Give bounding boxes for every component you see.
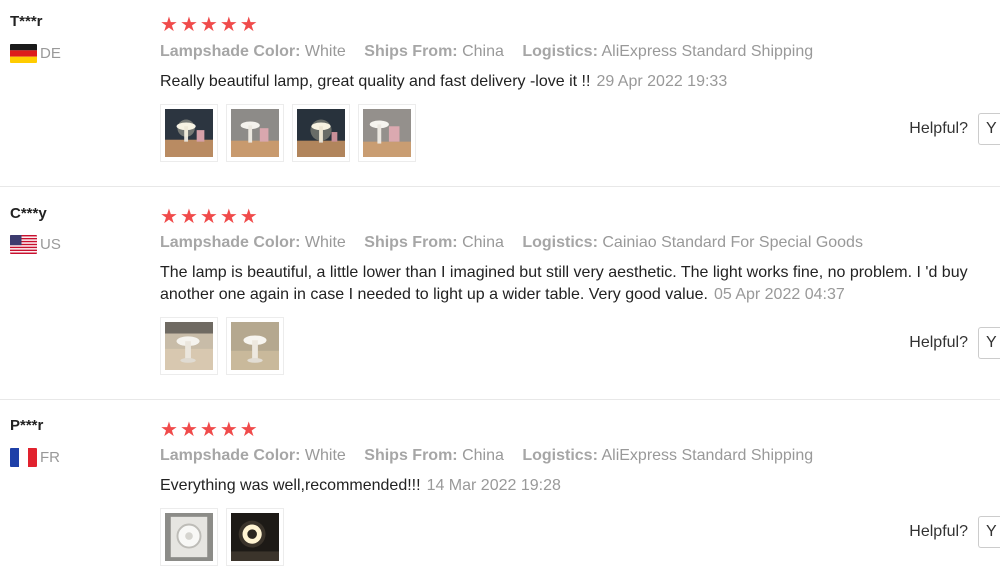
helpful-yes-button[interactable]: Y [978, 516, 1000, 548]
attribute-ships-from: Ships From: China [364, 447, 504, 464]
attribute-lampshade-color: Lampshade Color: White [160, 43, 346, 60]
star-icon: ★ [199, 12, 218, 36]
helpful-yes-button[interactable]: Y [978, 327, 1000, 359]
review-photo[interactable] [160, 317, 218, 375]
review-photos [160, 317, 284, 375]
attribute-lampshade-color: Lampshade Color: White [160, 234, 346, 251]
review-item: P***r FR ★ ★ ★ ★ ★ Lampshade Color: Whit… [0, 400, 1000, 583]
france-flag-icon [10, 448, 37, 467]
review-date: 29 Apr 2022 19:33 [596, 73, 728, 90]
order-attributes: Lampshade Color: White Ships From: China… [160, 43, 827, 61]
reviewer-country: DE [10, 44, 61, 63]
star-icon: ★ [199, 204, 218, 228]
attribute-lampshade-color: Lampshade Color: White [160, 447, 346, 464]
germany-flag-icon [10, 44, 37, 63]
helpful-label: Helpful? [909, 334, 968, 351]
reviewer-country: FR [10, 448, 60, 467]
helpful-vote: Helpful? Y [909, 516, 1000, 548]
review-photo[interactable] [160, 508, 218, 566]
star-icon: ★ [219, 417, 238, 441]
star-icon: ★ [199, 417, 218, 441]
review-date: 05 Apr 2022 04:37 [713, 286, 845, 303]
star-icon: ★ [219, 204, 238, 228]
star-rating: ★ ★ ★ ★ ★ [160, 206, 258, 226]
review-text: Everything was well,recommended!!! 14 Mar… [160, 477, 561, 494]
helpful-label: Helpful? [909, 120, 968, 137]
usa-flag-icon [10, 235, 37, 254]
star-icon: ★ [160, 204, 178, 228]
review-photos [160, 508, 284, 566]
attribute-ships-from: Ships From: China [364, 43, 504, 60]
attribute-ships-from: Ships From: China [364, 234, 504, 251]
review-photo[interactable] [226, 508, 284, 566]
star-rating: ★ ★ ★ ★ ★ [160, 14, 258, 34]
country-code: DE [40, 45, 61, 62]
review-photo[interactable] [358, 104, 416, 162]
review-photo[interactable] [226, 317, 284, 375]
reviewer-name: C***y [10, 205, 47, 222]
helpful-yes-button[interactable]: Y [978, 113, 1000, 145]
star-icon: ★ [239, 12, 258, 36]
star-icon: ★ [160, 12, 178, 36]
helpful-label: Helpful? [909, 523, 968, 540]
helpful-vote: Helpful? Y [909, 113, 1000, 145]
review-photo[interactable] [226, 104, 284, 162]
review-item: C***y US ★ ★ ★ ★ ★ Lampshade Color: Whit… [0, 187, 1000, 400]
order-attributes: Lampshade Color: White Ships From: China… [160, 447, 827, 465]
star-icon: ★ [219, 12, 238, 36]
star-icon: ★ [239, 417, 258, 441]
attribute-logistics: Logistics: Cainiao Standard For Special … [522, 234, 863, 251]
reviewer-name: P***r [10, 417, 44, 434]
reviewer-name: T***r [10, 13, 43, 30]
review-photo[interactable] [292, 104, 350, 162]
review-photos [160, 104, 416, 162]
order-attributes: Lampshade Color: White Ships From: China… [160, 234, 877, 252]
reviewer-country: US [10, 235, 61, 254]
review-date: 14 Mar 2022 19:28 [426, 477, 561, 494]
star-icon: ★ [179, 204, 198, 228]
helpful-vote: Helpful? Y [909, 327, 1000, 359]
attribute-logistics: Logistics: AliExpress Standard Shipping [522, 447, 814, 464]
attribute-logistics: Logistics: AliExpress Standard Shipping [522, 43, 814, 60]
country-code: US [40, 236, 61, 253]
review-text: Really beautiful lamp, great quality and… [160, 73, 728, 90]
star-icon: ★ [179, 417, 198, 441]
review-text: The lamp is beautiful, a little lower th… [160, 264, 968, 303]
star-icon: ★ [239, 204, 258, 228]
star-rating: ★ ★ ★ ★ ★ [160, 419, 258, 439]
country-code: FR [40, 449, 60, 466]
star-icon: ★ [160, 417, 178, 441]
review-photo[interactable] [160, 104, 218, 162]
review-item: T***r DE ★ ★ ★ ★ ★ Lampshade Color: Whit… [0, 0, 1000, 187]
star-icon: ★ [179, 12, 198, 36]
